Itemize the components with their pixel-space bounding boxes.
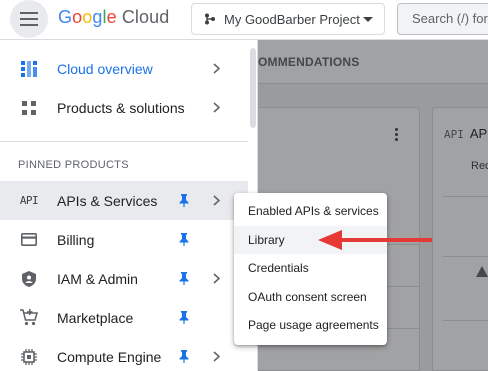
nav-item-label: Cloud overview bbox=[57, 60, 153, 77]
api-icon: API bbox=[19, 194, 39, 207]
chevron-right-icon bbox=[210, 272, 222, 286]
nav-item-label: APIs & Services bbox=[57, 192, 158, 209]
nav-item-label: IAM & Admin bbox=[57, 270, 138, 287]
red-arrow-annotation bbox=[318, 230, 432, 250]
submenu-item-oauth-consent[interactable]: OAuth consent screen bbox=[234, 283, 387, 312]
apis-services-submenu: Enabled APIs & services Library Credenti… bbox=[234, 193, 387, 345]
cloud-wordmark: Cloud bbox=[121, 7, 170, 27]
hamburger-menu-icon[interactable] bbox=[10, 0, 48, 38]
submenu-item-credentials[interactable]: Credentials bbox=[234, 254, 387, 283]
nav-item-label: Products & solutions bbox=[57, 99, 185, 116]
search-input[interactable]: Search (/) for resources bbox=[397, 3, 488, 35]
sidenav-scrollbar[interactable] bbox=[250, 48, 256, 128]
pin-icon[interactable] bbox=[177, 272, 191, 286]
dashboard-icon bbox=[20, 60, 38, 78]
chevron-right-icon bbox=[210, 62, 222, 76]
nav-item-cloud-overview[interactable]: Cloud overview bbox=[0, 49, 248, 88]
google-letter: g bbox=[92, 7, 103, 27]
project-selector-button[interactable]: My GoodBarber Project bbox=[191, 3, 385, 35]
nav-item-products-solutions[interactable]: Products & solutions bbox=[0, 88, 248, 127]
cart-icon bbox=[20, 309, 38, 327]
grid-icon bbox=[20, 99, 38, 117]
sidenav-divider bbox=[0, 141, 248, 142]
submenu-item-page-usage[interactable]: Page usage agreements bbox=[234, 311, 387, 340]
nav-item-apis-services[interactable]: API APIs & Services bbox=[0, 181, 248, 220]
pin-icon[interactable] bbox=[177, 233, 191, 247]
pin-icon[interactable] bbox=[177, 311, 191, 325]
google-letter: e bbox=[106, 7, 117, 27]
nav-item-compute-engine[interactable]: Compute Engine bbox=[0, 337, 248, 371]
chevron-right-icon bbox=[210, 350, 222, 364]
google-cloud-logo[interactable]: Google Cloud bbox=[58, 7, 169, 28]
chevron-right-icon bbox=[210, 101, 222, 115]
nav-item-marketplace[interactable]: Marketplace bbox=[0, 298, 248, 337]
project-selector-label: My GoodBarber Project bbox=[224, 11, 360, 27]
pin-icon[interactable] bbox=[177, 350, 191, 364]
project-icon bbox=[205, 13, 215, 25]
google-letter: o bbox=[82, 7, 93, 27]
nav-item-label: Billing bbox=[57, 231, 95, 248]
nav-item-label: Marketplace bbox=[57, 309, 134, 326]
nav-item-iam-admin[interactable]: IAM & Admin bbox=[0, 259, 248, 298]
side-navigation: Cloud overview Products & solutions PINN… bbox=[0, 40, 258, 371]
shield-icon bbox=[20, 270, 38, 288]
pin-icon[interactable] bbox=[177, 194, 191, 208]
billing-icon bbox=[20, 231, 38, 249]
chip-icon bbox=[20, 348, 38, 366]
google-letter: G bbox=[58, 7, 73, 27]
chevron-right-icon bbox=[210, 194, 222, 208]
google-letter: o bbox=[72, 7, 83, 27]
submenu-item-enabled-apis[interactable]: Enabled APIs & services bbox=[234, 197, 387, 226]
caret-down-icon bbox=[363, 17, 373, 22]
google-wordmark: Google bbox=[58, 7, 117, 27]
nav-item-label: Compute Engine bbox=[57, 348, 162, 365]
nav-item-billing[interactable]: Billing bbox=[0, 220, 248, 259]
pinned-products-heading: PINNED PRODUCTS bbox=[18, 159, 129, 171]
top-app-bar: Google Cloud My GoodBarber Project Searc… bbox=[0, 0, 488, 40]
